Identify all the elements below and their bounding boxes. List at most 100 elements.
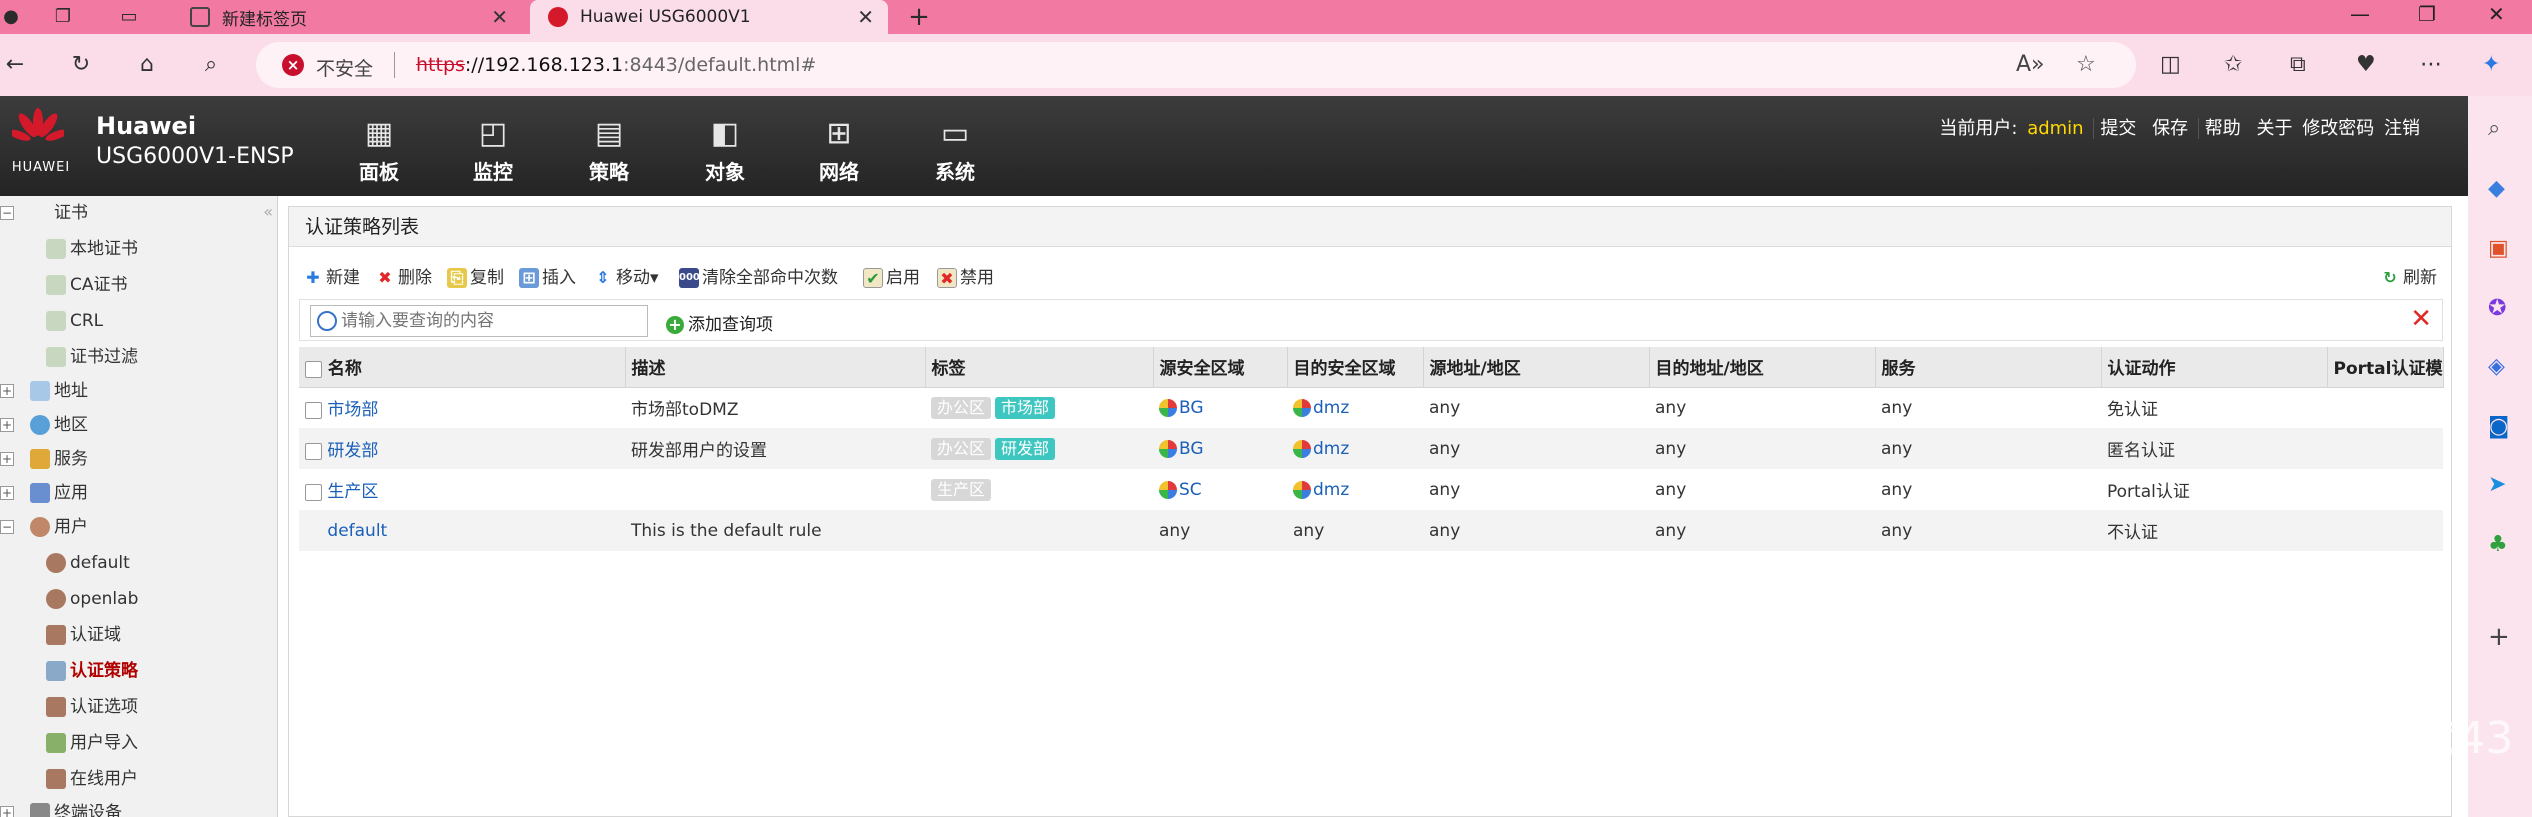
tree-item-address[interactable]: + 地址: [0, 376, 88, 406]
zone-link[interactable]: BG: [1179, 439, 1204, 459]
add-sidebar-item-icon[interactable]: +: [2488, 622, 2510, 652]
tree-item-service[interactable]: + 服务: [0, 444, 88, 474]
search-input[interactable]: [341, 309, 641, 333]
outlook-icon[interactable]: ◙: [2488, 414, 2509, 439]
row-checkbox[interactable]: [305, 442, 322, 460]
table-row[interactable]: 生产区 生产区 SC dmz any any any Portal认证: [299, 469, 2443, 510]
zone-link[interactable]: BG: [1179, 398, 1204, 418]
move-button[interactable]: ⇕ 移动▾: [593, 263, 658, 288]
search-icon[interactable]: ⌕: [196, 52, 226, 77]
expand-icon[interactable]: +: [0, 418, 14, 432]
tree-item-cert-filter[interactable]: 证书过滤: [46, 342, 138, 372]
tree-item-certificate[interactable]: − 证书: [0, 198, 88, 228]
row-checkbox[interactable]: [305, 401, 322, 419]
collections-icon[interactable]: ⧉: [2290, 52, 2306, 77]
tree-item-auth-domain[interactable]: 认证域: [46, 620, 121, 650]
enable-button[interactable]: ✔ 启用: [863, 263, 920, 288]
insert-button[interactable]: ⊞ 插入: [519, 263, 576, 288]
nav-monitor[interactable]: ◰ 监控: [458, 114, 528, 185]
split-screen-icon[interactable]: ◫: [2160, 52, 2181, 77]
microsoft365-icon[interactable]: ◈: [2488, 354, 2505, 379]
policy-name-link[interactable]: 生产区: [327, 482, 378, 502]
nav-dashboard[interactable]: ▦ 面板: [344, 114, 414, 185]
col-auth-action[interactable]: 认证动作: [2101, 347, 2328, 388]
add-query-button[interactable]: + 添加查询项: [666, 310, 773, 335]
tab-new-tab[interactable]: 新建标签页 ✕: [172, 0, 522, 34]
col-description[interactable]: 描述: [625, 347, 926, 388]
nav-object[interactable]: ◧ 对象: [690, 114, 760, 185]
favorite-star-icon[interactable]: ☆: [2076, 52, 2096, 77]
collapse-icon[interactable]: −: [0, 520, 14, 534]
policy-name-link[interactable]: 市场部: [327, 400, 378, 420]
expand-icon[interactable]: +: [0, 486, 14, 500]
tab-actions-icon[interactable]: ▭: [118, 6, 140, 28]
tree-item-user-import[interactable]: 用户导入: [46, 728, 138, 758]
copy-button[interactable]: ⎘ 复制: [447, 263, 504, 288]
minimize-icon[interactable]: —: [2350, 2, 2370, 26]
workspaces-icon[interactable]: ❐: [52, 6, 74, 28]
back-icon[interactable]: ←: [0, 52, 30, 77]
collapse-icon[interactable]: −: [0, 206, 14, 220]
help-link[interactable]: 帮助: [2197, 118, 2247, 139]
tools-icon[interactable]: ▣: [2488, 236, 2509, 261]
collapse-panel-icon[interactable]: «: [263, 202, 273, 221]
col-name[interactable]: 名称: [299, 347, 626, 388]
expand-icon[interactable]: +: [0, 452, 14, 466]
nav-policy[interactable]: ▤ 策略: [574, 114, 644, 185]
url-text[interactable]: https://192.168.123.1:8443/default.html#: [416, 54, 816, 76]
close-tab-icon[interactable]: ✕: [857, 5, 874, 29]
shopping-icon[interactable]: ◆: [2488, 176, 2505, 201]
select-all-checkbox[interactable]: [305, 360, 322, 378]
row-checkbox[interactable]: [305, 483, 322, 501]
col-src-zone[interactable]: 源安全区域: [1153, 347, 1288, 388]
tree-item-local-cert[interactable]: 本地证书: [46, 234, 138, 264]
copilot-icon[interactable]: ✦: [2482, 52, 2500, 77]
nav-network[interactable]: ⊞ 网络: [804, 114, 874, 185]
submit-link[interactable]: 提交: [2093, 118, 2143, 139]
home-icon[interactable]: ⌂: [132, 52, 162, 77]
col-service[interactable]: 服务: [1875, 347, 2102, 388]
expand-icon[interactable]: +: [0, 806, 14, 817]
tree-item-application[interactable]: + 应用: [0, 478, 88, 508]
restore-icon[interactable]: ❐: [2418, 2, 2436, 26]
tree-item-crl[interactable]: CRL: [46, 306, 103, 336]
delete-button[interactable]: ✖ 删除: [375, 263, 432, 288]
close-window-icon[interactable]: ✕: [2488, 2, 2505, 26]
tree-item-ca-cert[interactable]: CA证书: [46, 270, 128, 300]
reload-icon[interactable]: ↻: [66, 52, 96, 77]
tree-item-user-default[interactable]: default: [46, 548, 130, 578]
about-link[interactable]: 关于: [2257, 118, 2293, 139]
col-dst-zone[interactable]: 目的安全区域: [1287, 347, 1424, 388]
games-icon[interactable]: ✪: [2488, 296, 2506, 321]
more-menu-icon[interactable]: ⋯: [2420, 52, 2442, 77]
new-tab-plus-icon[interactable]: +: [908, 4, 930, 30]
tab-huawei[interactable]: Huawei USG6000V1 ✕: [530, 0, 888, 34]
zone-link[interactable]: dmz: [1313, 398, 1349, 418]
tree-item-region[interactable]: + 地区: [0, 410, 88, 440]
address-bar[interactable]: × 不安全 https://192.168.123.1:8443/default…: [256, 42, 2136, 88]
col-src-addr[interactable]: 源地址/地区: [1423, 347, 1650, 388]
tree-item-auth-options[interactable]: 认证选项: [46, 692, 138, 722]
table-row[interactable]: default This is the default rule any any…: [299, 510, 2443, 551]
tree-item-user[interactable]: − 用户: [0, 512, 88, 542]
clear-hit-count-button[interactable]: 000 清除全部命中次数: [679, 263, 838, 288]
expand-icon[interactable]: +: [0, 384, 14, 398]
search-box[interactable]: [310, 305, 648, 337]
zone-link[interactable]: dmz: [1313, 480, 1349, 500]
policy-name-link[interactable]: 研发部: [327, 441, 378, 461]
tree-item-online-users[interactable]: 在线用户: [46, 764, 138, 794]
table-row[interactable]: 市场部 市场部toDMZ 办公区 市场部 BG dmz any any any 免…: [299, 387, 2443, 428]
zone-link[interactable]: dmz: [1313, 439, 1349, 459]
refresh-button[interactable]: ↻ 刷新: [2380, 263, 2437, 288]
profile-icon[interactable]: ●: [0, 6, 22, 28]
disable-button[interactable]: ✖ 禁用: [937, 263, 994, 288]
col-portal-template[interactable]: Portal认证模板: [2327, 347, 2444, 388]
close-tab-icon[interactable]: ✕: [491, 5, 508, 29]
new-button[interactable]: ✚ 新建: [303, 263, 360, 288]
favorites-icon[interactable]: ✩: [2224, 52, 2242, 77]
not-secure-icon[interactable]: ×: [282, 54, 304, 76]
tree-icon[interactable]: ♣: [2488, 532, 2508, 557]
browser-essentials-icon[interactable]: ♥: [2356, 52, 2376, 77]
send-icon[interactable]: ➤: [2488, 472, 2506, 497]
read-aloud-icon[interactable]: A»: [2016, 52, 2045, 77]
